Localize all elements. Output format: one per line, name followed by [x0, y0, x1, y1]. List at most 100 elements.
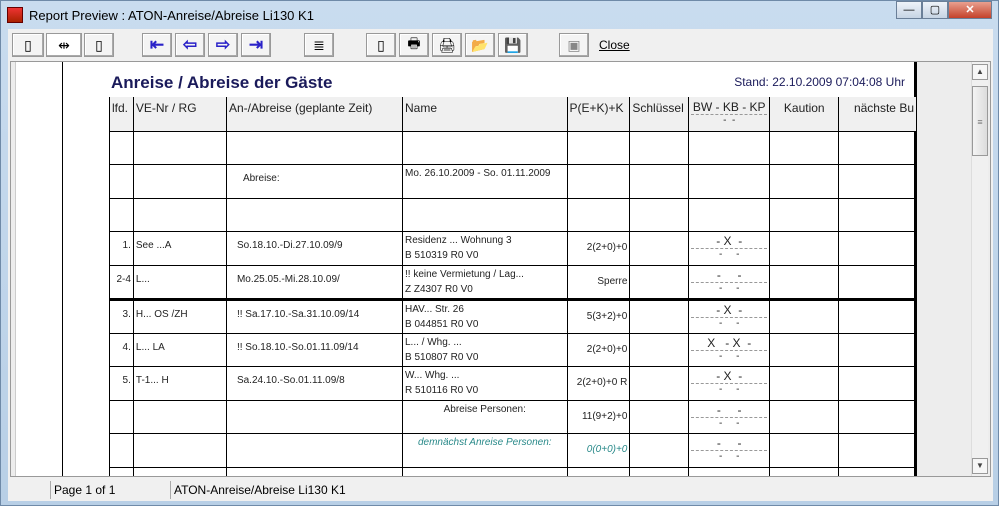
- cell-persons: 2(2+0)+0: [566, 332, 631, 367]
- cell-dates: So.18.10.-Di.27.10.09/9: [225, 231, 404, 266]
- cell-lfd: 4.: [109, 332, 134, 367]
- cell-name: demnächst Anreise Personen:: [402, 433, 568, 468]
- title-bar: Report Preview : ATON-Anreise/Abreise Li…: [7, 5, 314, 25]
- cell-persons: 0(0+0)+0: [566, 433, 631, 468]
- cell-next-booking: [838, 366, 917, 401]
- cell-persons: [566, 197, 631, 232]
- cell-deposit: [769, 433, 840, 468]
- cell-name: [402, 466, 568, 476]
- cell-next-booking: [838, 197, 917, 232]
- cell-persons: 5(3+2)+0: [566, 298, 631, 334]
- cell-bw-kb-kp: [688, 130, 771, 165]
- name-line-2: R 510116 R0 V0: [405, 385, 479, 396]
- cell-persons: [566, 164, 631, 199]
- cell-ve-nr: L...: [132, 264, 227, 301]
- last-page-icon[interactable]: ⇥: [241, 33, 271, 57]
- cell-dates: [225, 433, 404, 468]
- page-width-icon[interactable]: ⇹: [46, 33, 82, 57]
- cell-dates: [225, 399, 404, 434]
- cell-persons: 2(2+0)+0: [566, 231, 631, 266]
- cell-name: [402, 197, 568, 232]
- copy-icon[interactable]: ▯: [366, 33, 396, 57]
- table-row: Abreise: Mo. 26.10.2009 - So. 01.11.2009: [109, 164, 917, 199]
- print-setup-icon[interactable]: 🖶: [399, 33, 429, 57]
- cell-bw-kb-kp: - X -- -: [688, 366, 771, 401]
- name-line-1: Abreise Personen:: [443, 403, 526, 415]
- close-button[interactable]: Close: [599, 38, 630, 52]
- cell-lfd: [109, 164, 134, 199]
- exit-icon[interactable]: ▣: [559, 33, 589, 57]
- column-header: Name: [402, 97, 568, 132]
- scroll-up-button[interactable]: ▲: [972, 64, 988, 80]
- cell-dates: [225, 197, 404, 232]
- bw-status-bottom: - -: [718, 417, 740, 429]
- cell-ve-nr: [132, 130, 227, 165]
- cell-persons: 11(9+2)+0: [566, 399, 631, 434]
- cell-key: [629, 130, 690, 165]
- window-title: Report Preview : ATON-Anreise/Abreise Li…: [29, 7, 314, 23]
- cell-deposit: [769, 130, 840, 165]
- cell-ve-nr: T-1... H: [132, 366, 227, 401]
- cell-deposit: [769, 332, 840, 367]
- bw-status-bottom: - -: [718, 282, 740, 294]
- minimize-button[interactable]: —: [896, 1, 922, 19]
- cell-bw-kb-kp: - X -- -: [688, 298, 771, 334]
- previous-page-icon[interactable]: ⇦: [175, 33, 205, 57]
- cell-dates: !! So.18.10.-So.01.11.09/14: [225, 332, 404, 367]
- cell-bw-kb-kp: [688, 197, 771, 232]
- cell-deposit: [769, 399, 840, 434]
- save-icon[interactable]: 💾: [498, 33, 528, 57]
- cell-persons: 2(2+0)+0 R: [566, 366, 631, 401]
- cell-key: [629, 466, 690, 476]
- table-row: 5. T-1... H Sa.24.10.-So.01.11.09/8 W... Wh…: [109, 366, 917, 401]
- status-bar: Page 1 of 1 ATON-Anreise/Abreise Li130 K…: [8, 479, 993, 501]
- name-line-1: Residenz ... Wohnung 3: [405, 235, 512, 246]
- scroll-thumb[interactable]: ≡: [972, 86, 988, 156]
- report-preview-window: Report Preview : ATON-Anreise/Abreise Li…: [0, 0, 999, 506]
- cell-bw-kb-kp: - -- -: [688, 399, 771, 434]
- cell-lfd: [109, 197, 134, 232]
- page-indicator: Page 1 of 1: [50, 481, 170, 499]
- cell-key: [629, 264, 690, 301]
- single-page-icon[interactable]: ▯: [12, 33, 44, 57]
- cell-lfd: 2-4: [109, 264, 134, 301]
- preview-area: Anreise / Abreise der Gäste Stand: 22.10…: [10, 61, 991, 477]
- cell-ve-nr: H... OS /ZH: [132, 298, 227, 334]
- bw-status-top: - -: [691, 268, 768, 283]
- app-icon: [7, 7, 23, 23]
- cell-ve-nr: [132, 433, 227, 468]
- cell-name: !! keine Vermietung / Lag... Z Z4307 R0 V…: [402, 264, 568, 301]
- cell-key: [629, 197, 690, 232]
- cell-bw-kb-kp: - X -- -: [688, 231, 771, 266]
- open-folder-icon[interactable]: 📂: [465, 33, 495, 57]
- report-name: ATON-Anreise/Abreise Li130 K1: [170, 481, 470, 499]
- cell-dates: !! Sa.17.10.-Sa.31.10.09/14: [225, 298, 404, 334]
- print-icon[interactable]: 🖨: [432, 33, 462, 57]
- guest-table: lfd. VE-Nr / RG An-/Abreise (geplante Zeit…: [109, 97, 917, 476]
- cell-persons: [566, 466, 631, 476]
- close-window-button[interactable]: ✕: [948, 1, 992, 19]
- cell-dates: Abreise:: [225, 164, 404, 199]
- report-title: Anreise / Abreise der Gäste: [111, 73, 333, 92]
- name-line-1: HAV... Str. 26: [405, 303, 464, 315]
- cell-key: [629, 298, 690, 334]
- first-page-icon[interactable]: ⇤: [142, 33, 172, 57]
- next-page-icon[interactable]: ⇨: [208, 33, 238, 57]
- cell-next-booking: [838, 466, 917, 476]
- vertical-scrollbar[interactable]: ▲ ≡ ▼: [971, 62, 988, 476]
- cell-bw-kb-kp: - -- -: [688, 264, 771, 301]
- cell-lfd: [109, 399, 134, 434]
- goto-page-icon[interactable]: ≣: [304, 33, 334, 57]
- column-header-label: BW - KB - KP: [691, 100, 768, 115]
- column-header: lfd.: [109, 97, 134, 132]
- cell-ve-nr: [132, 399, 227, 434]
- cell-ve-nr: L... LA: [132, 332, 227, 367]
- cell-name: W... Whg. ... R 510116 R0 V0: [402, 366, 568, 401]
- table-row: 1. See ...A So.18.10.-Di.27.10.09/9 Residen…: [109, 231, 917, 266]
- full-page-icon[interactable]: ▯: [84, 33, 114, 57]
- maximize-button[interactable]: ▢: [922, 1, 948, 19]
- cell-deposit: [769, 466, 840, 476]
- table-row: 2-4 L... Mo.25.05.-Mi.28.10.09/!! keine Ve…: [109, 264, 917, 301]
- scroll-down-button[interactable]: ▼: [972, 458, 988, 474]
- cell-bw-kb-kp: X - X -- -: [688, 332, 771, 367]
